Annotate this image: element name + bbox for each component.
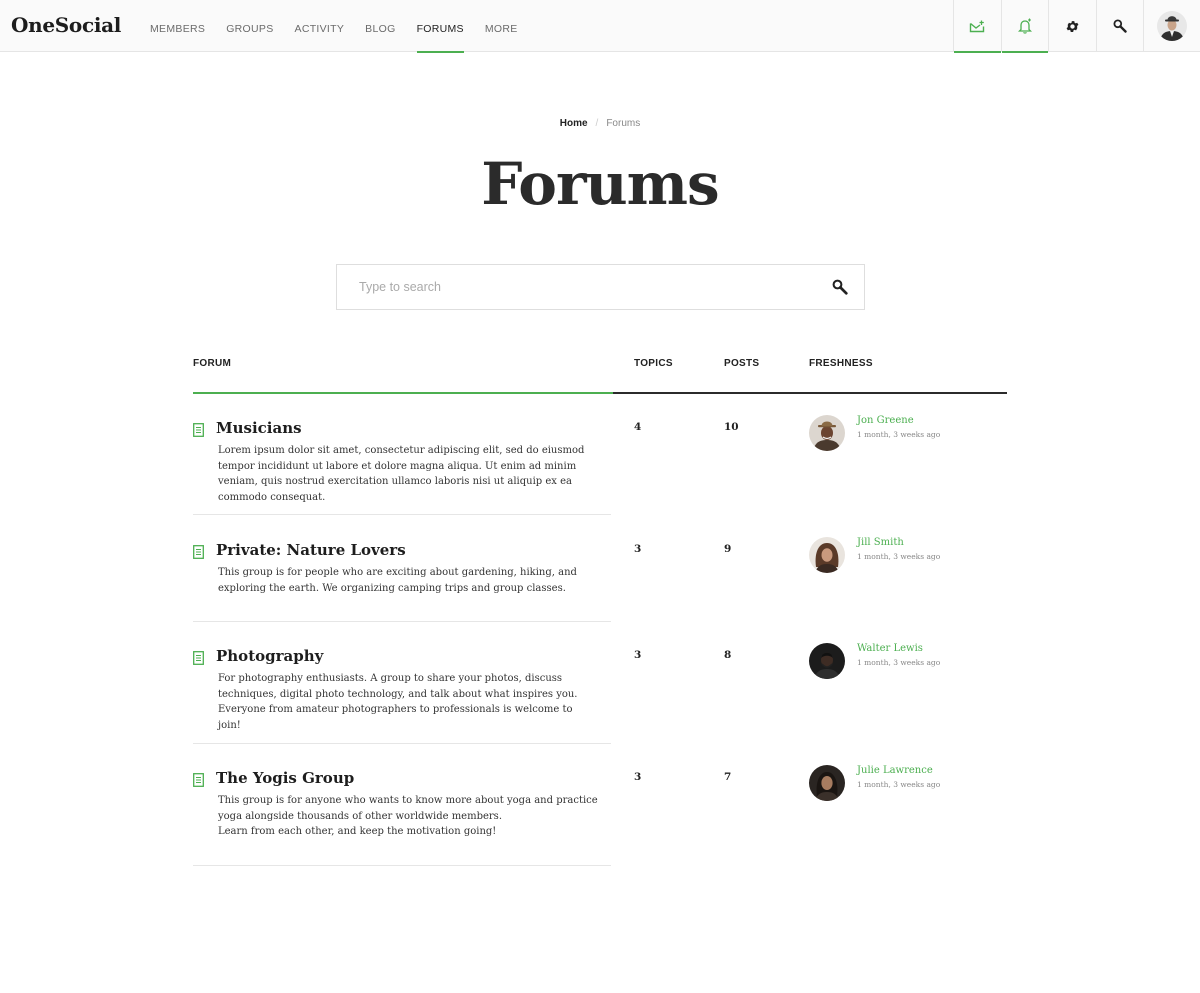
forum-description-text: This group is for people who are excitin… — [218, 567, 577, 594]
breadcrumb: Home / Forums — [0, 118, 1200, 129]
search-icon — [1113, 19, 1127, 33]
notifications-button[interactable] — [1000, 0, 1049, 53]
user-menu-button[interactable] — [1143, 0, 1200, 52]
page-title: Forums — [481, 150, 719, 218]
settings-button[interactable] — [1048, 0, 1096, 52]
freshness-avatar[interactable] — [809, 765, 845, 801]
posts-count: 9 — [724, 543, 732, 555]
search-input[interactable] — [337, 265, 807, 309]
site-logo[interactable]: OneSocial — [11, 13, 121, 37]
header-underline-accent — [193, 392, 613, 394]
header-tools — [953, 0, 1200, 53]
forum-description-text: Learn from each other, and keep the moti… — [218, 826, 497, 837]
forum-title-link[interactable]: Photography — [216, 647, 323, 665]
forum-description-text: Lorem ipsum dolor sit amet, consectetur … — [218, 445, 585, 503]
bell-icon — [1017, 18, 1032, 34]
row-divider — [193, 865, 611, 866]
header-search-button[interactable] — [1095, 0, 1144, 52]
posts-count: 10 — [724, 421, 739, 433]
avatar — [809, 765, 845, 801]
forum-document-icon — [193, 651, 204, 665]
breadcrumb-separator: / — [595, 118, 599, 129]
forum-title-link[interactable]: Musicians — [216, 419, 302, 437]
topics-count: 4 — [634, 421, 642, 433]
nav-item-forums[interactable]: FORUMS — [416, 0, 465, 53]
row-divider — [193, 621, 611, 622]
nav-item-activity[interactable]: ACTIVITY — [295, 0, 345, 52]
posts-count: 8 — [724, 649, 732, 661]
forum-description: Lorem ipsum dolor sit amet, consectetur … — [218, 443, 598, 505]
inbox-button[interactable] — [953, 0, 1001, 53]
nav-item-members[interactable]: MEMBERS — [150, 0, 205, 52]
freshness-author-link[interactable]: Jill Smith — [857, 537, 904, 548]
forum-search-box — [336, 264, 865, 310]
freshness-time: 1 month, 3 weeks ago — [857, 658, 941, 667]
avatar — [809, 537, 845, 573]
breadcrumb-home-link[interactable]: Home — [560, 118, 588, 129]
freshness-avatar[interactable] — [809, 643, 845, 679]
breadcrumb-current: Forums — [606, 118, 641, 129]
nav-item-groups[interactable]: GROUPS — [226, 0, 273, 52]
nav-item-more[interactable]: MORE — [485, 0, 518, 52]
forum-table-header: FORUM TOPICS POSTS FRESHNESS — [193, 358, 1007, 394]
avatar — [1157, 11, 1187, 41]
freshness-time: 1 month, 3 weeks ago — [857, 552, 941, 561]
gear-icon — [1066, 20, 1079, 32]
freshness-avatar[interactable] — [809, 415, 845, 451]
forum-description: For photography enthusiasts. A group to … — [218, 671, 598, 733]
column-header-posts: POSTS — [724, 358, 760, 369]
nav-item-blog[interactable]: BLOG — [365, 0, 395, 52]
column-header-topics: TOPICS — [634, 358, 673, 369]
freshness-time: 1 month, 3 weeks ago — [857, 780, 941, 789]
topics-count: 3 — [634, 771, 642, 783]
forum-description-text: This group is for anyone who wants to kn… — [218, 795, 598, 822]
freshness-author-link[interactable]: Julie Lawrence — [857, 765, 933, 776]
forum-title-link[interactable]: The Yogis Group — [216, 769, 354, 787]
topics-count: 3 — [634, 649, 642, 661]
freshness-avatar[interactable] — [809, 537, 845, 573]
avatar — [809, 643, 845, 679]
top-navigation-bar: OneSocial MEMBERS GROUPS ACTIVITY BLOG F… — [0, 0, 1200, 53]
forum-document-icon — [193, 423, 204, 437]
avatar — [809, 415, 845, 451]
posts-count: 7 — [724, 771, 732, 783]
freshness-time: 1 month, 3 weeks ago — [857, 430, 941, 439]
row-divider — [193, 743, 611, 744]
main-nav: MEMBERS GROUPS ACTIVITY BLOG FORUMS MORE — [150, 0, 539, 53]
forum-description-text: For photography enthusiasts. A group to … — [218, 673, 578, 731]
row-divider — [193, 514, 611, 515]
freshness-author-link[interactable]: Jon Greene — [857, 415, 914, 426]
search-submit-icon[interactable] — [832, 279, 848, 295]
header-underline — [613, 392, 1007, 394]
forum-document-icon — [193, 773, 204, 787]
column-header-forum: FORUM — [193, 358, 232, 369]
topics-count: 3 — [634, 543, 642, 555]
forum-document-icon — [193, 545, 204, 559]
forum-description: This group is for anyone who wants to kn… — [218, 793, 598, 840]
forum-description: This group is for people who are excitin… — [218, 565, 598, 596]
freshness-author-link[interactable]: Walter Lewis — [857, 643, 923, 654]
inbox-icon — [970, 20, 985, 32]
column-header-freshness: FRESHNESS — [809, 358, 873, 369]
forum-title-link[interactable]: Private: Nature Lovers — [216, 541, 406, 559]
